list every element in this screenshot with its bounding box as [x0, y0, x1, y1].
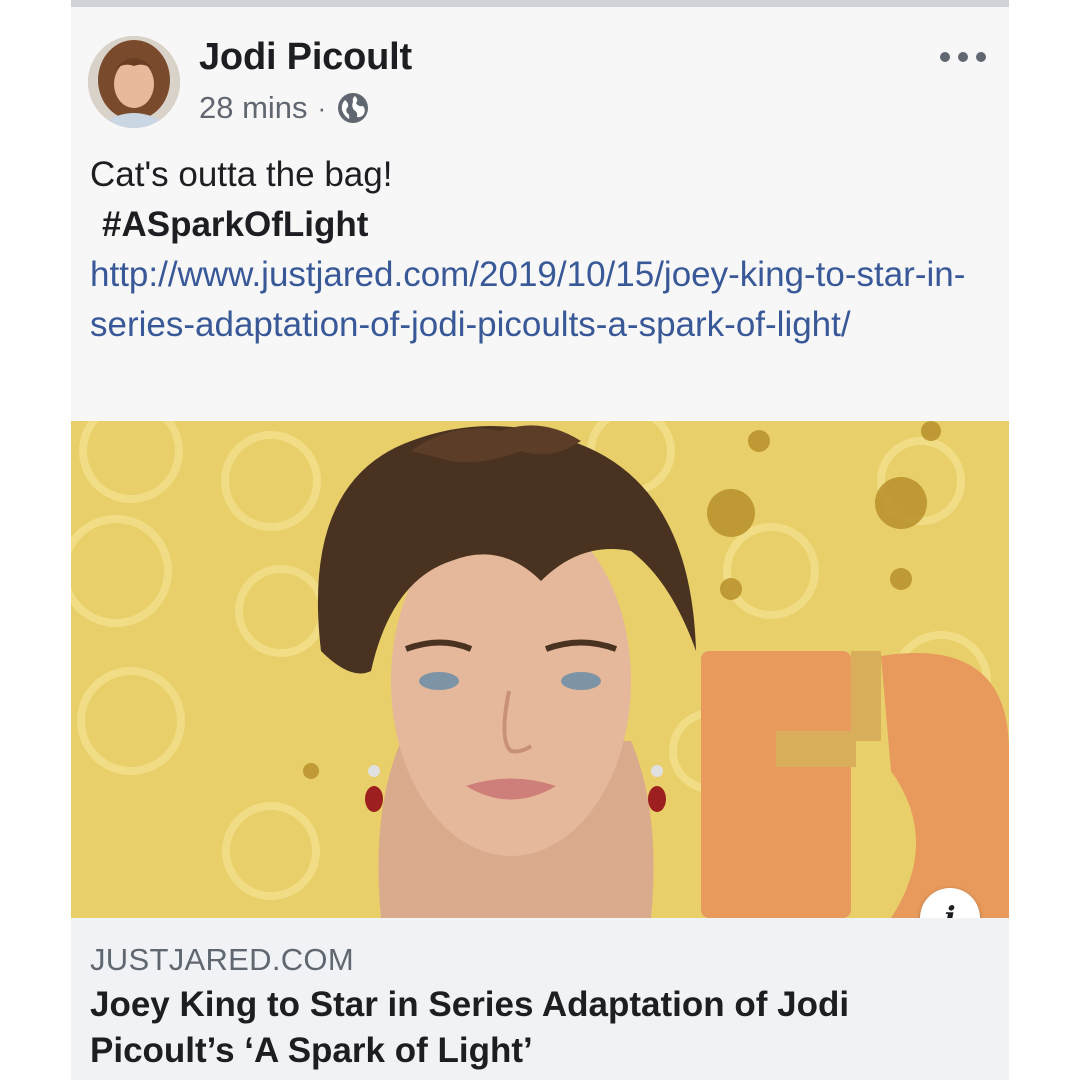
author-avatar[interactable] — [88, 36, 180, 128]
more-options-icon[interactable] — [940, 44, 986, 70]
post-meta: 28 mins · — [199, 88, 370, 128]
article-photo — [71, 421, 1009, 918]
post-message: Cat's outta the bag! — [90, 155, 393, 194]
hashtag-link[interactable]: #ASparkOfLight — [90, 200, 990, 250]
post-url-link[interactable]: http://www.justjared.com/2019/10/15/joey… — [90, 250, 970, 350]
author-name[interactable]: Jodi Picoult — [199, 36, 412, 79]
meta-separator: · — [317, 92, 327, 123]
feed-divider — [71, 0, 1009, 7]
post-text: Cat's outta the bag! #ASparkOfLight http… — [90, 150, 990, 350]
link-domain: JUSTJARED.COM — [90, 942, 354, 977]
link-title[interactable]: Joey King to Star in Series Adaptation o… — [90, 982, 990, 1074]
more-dot — [940, 52, 950, 62]
avatar-photo — [88, 36, 180, 128]
globe-icon[interactable] — [336, 91, 370, 125]
link-preview-image[interactable] — [71, 421, 1009, 918]
more-dot — [976, 52, 986, 62]
post-timestamp[interactable]: 28 mins — [199, 90, 308, 126]
more-dot — [958, 52, 968, 62]
